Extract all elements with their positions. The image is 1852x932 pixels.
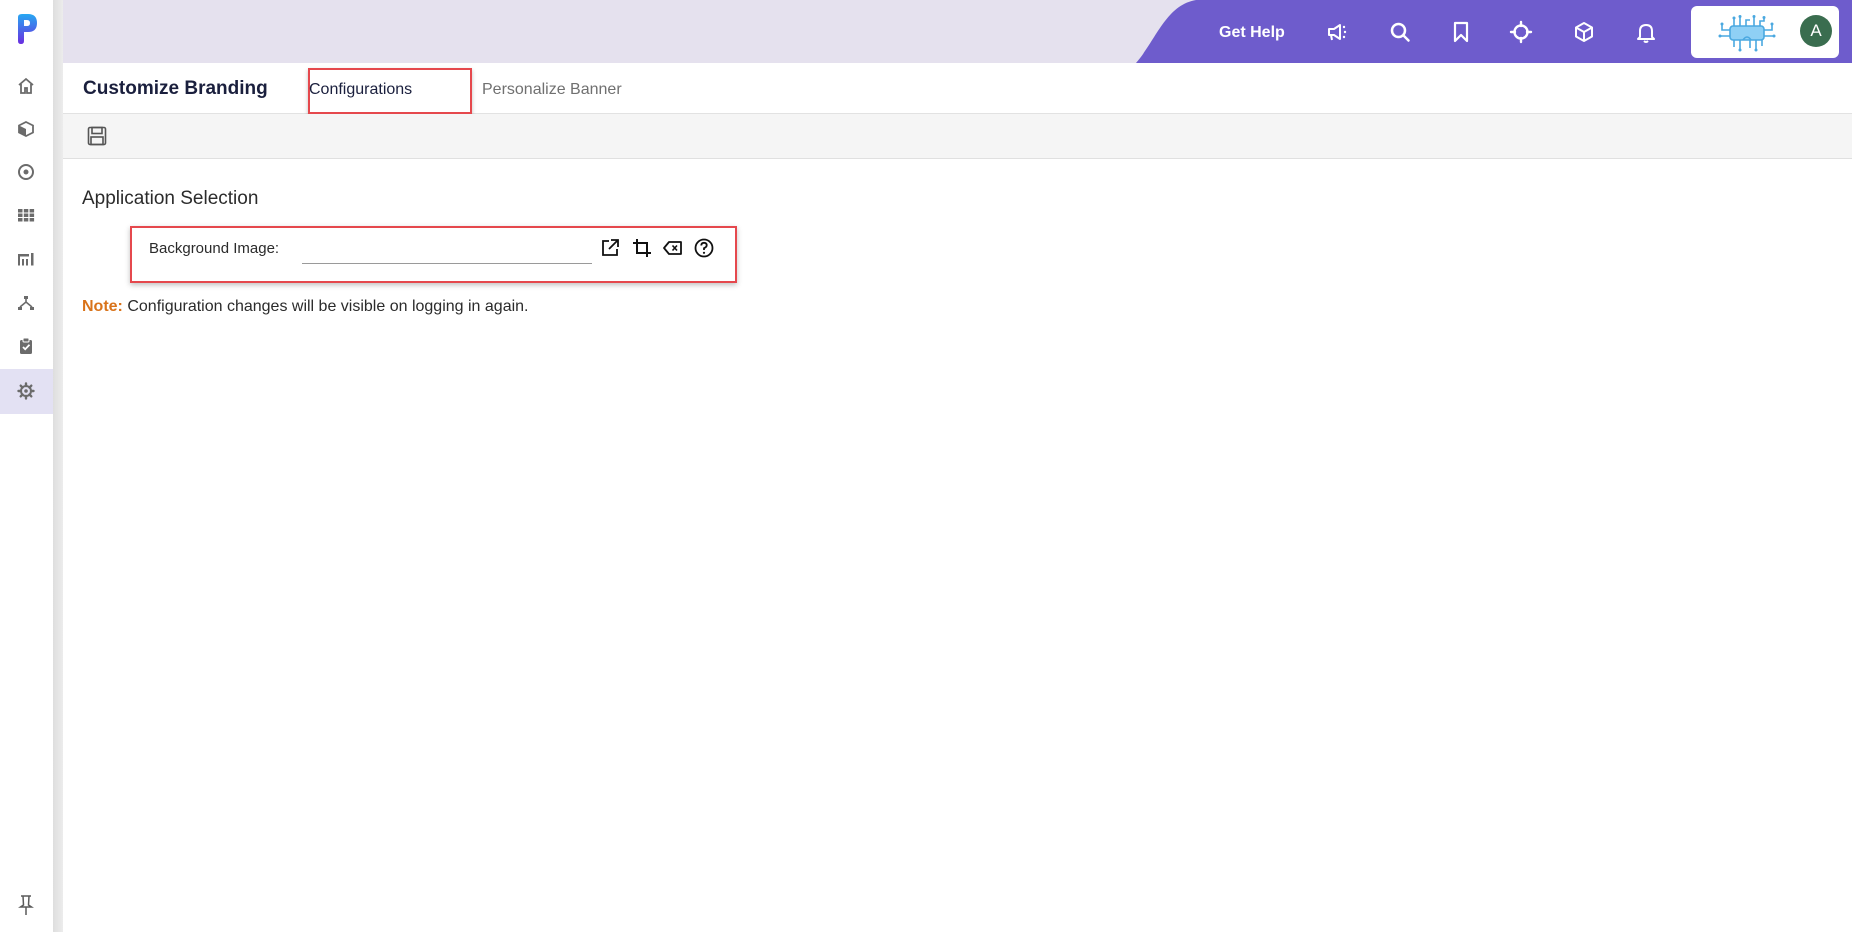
search-icon <box>1390 22 1410 42</box>
user-panel: A <box>1691 6 1839 58</box>
clipboard-check-icon <box>20 337 32 354</box>
crosshair-icon <box>1509 20 1533 44</box>
sidebar <box>0 0 53 932</box>
help-button[interactable] <box>693 237 715 259</box>
user-avatar[interactable]: A <box>1800 15 1832 47</box>
get-help-link[interactable]: Get Help <box>1219 24 1285 42</box>
pin-sidebar-button[interactable] <box>14 893 38 917</box>
packages-button[interactable] <box>1571 19 1597 45</box>
help-icon <box>694 238 714 258</box>
target-icon <box>18 164 34 180</box>
bookmark-icon <box>1453 21 1469 43</box>
sidebar-item-products[interactable] <box>14 117 38 141</box>
notifications-button[interactable] <box>1633 19 1659 45</box>
save-icon <box>87 126 107 146</box>
brand-circuit-logo-icon[interactable] <box>1716 14 1778 52</box>
bookmarks-button[interactable] <box>1448 19 1474 45</box>
background-image-label: Background Image: <box>149 240 280 257</box>
cube-icon <box>18 120 34 138</box>
clear-icon <box>663 241 682 255</box>
home-icon <box>18 77 34 94</box>
tab-personalize-banner[interactable]: Personalize Banner <box>482 81 622 99</box>
section-title: Application Selection <box>82 188 259 209</box>
crop-image-button[interactable] <box>631 237 653 259</box>
config-note: Note: Configuration changes will be visi… <box>82 298 528 316</box>
open-image-button[interactable] <box>599 237 621 259</box>
background-image-field-group: Background Image: <box>130 226 737 283</box>
cube-icon <box>1575 22 1593 42</box>
search-button[interactable] <box>1387 19 1413 45</box>
toolbar <box>63 114 1852 159</box>
sidebar-divider <box>53 0 63 932</box>
gear-icon <box>17 382 35 400</box>
hierarchy-icon <box>18 296 34 310</box>
pin-icon <box>18 895 34 915</box>
page-title: Customize Branding <box>83 78 268 99</box>
megaphone-icon <box>1328 24 1347 41</box>
open-external-icon <box>602 239 619 256</box>
page-title-bar: Customize Branding Configurations Person… <box>63 63 1852 114</box>
sidebar-item-reports[interactable] <box>14 247 38 271</box>
sidebar-item-grid[interactable] <box>14 203 38 227</box>
grid-icon <box>18 209 35 222</box>
sidebar-item-hierarchy[interactable] <box>14 291 38 315</box>
sidebar-item-home[interactable] <box>14 74 38 98</box>
note-label: Note: <box>82 298 123 315</box>
p-logo-icon[interactable] <box>15 13 39 45</box>
chart-icon <box>18 253 34 266</box>
sidebar-item-settings[interactable] <box>14 379 38 403</box>
crop-icon <box>633 239 651 257</box>
sidebar-item-tasks[interactable] <box>14 334 38 358</box>
note-text: Configuration changes will be visible on… <box>122 298 529 315</box>
announcements-button[interactable] <box>1325 19 1351 45</box>
bell-icon <box>1637 24 1655 43</box>
background-image-input[interactable] <box>302 236 592 264</box>
save-button[interactable] <box>86 125 108 147</box>
clear-image-button[interactable] <box>662 237 684 259</box>
tab-configurations[interactable]: Configurations <box>309 81 412 99</box>
sidebar-item-target[interactable] <box>14 160 38 184</box>
locate-button[interactable] <box>1508 19 1534 45</box>
